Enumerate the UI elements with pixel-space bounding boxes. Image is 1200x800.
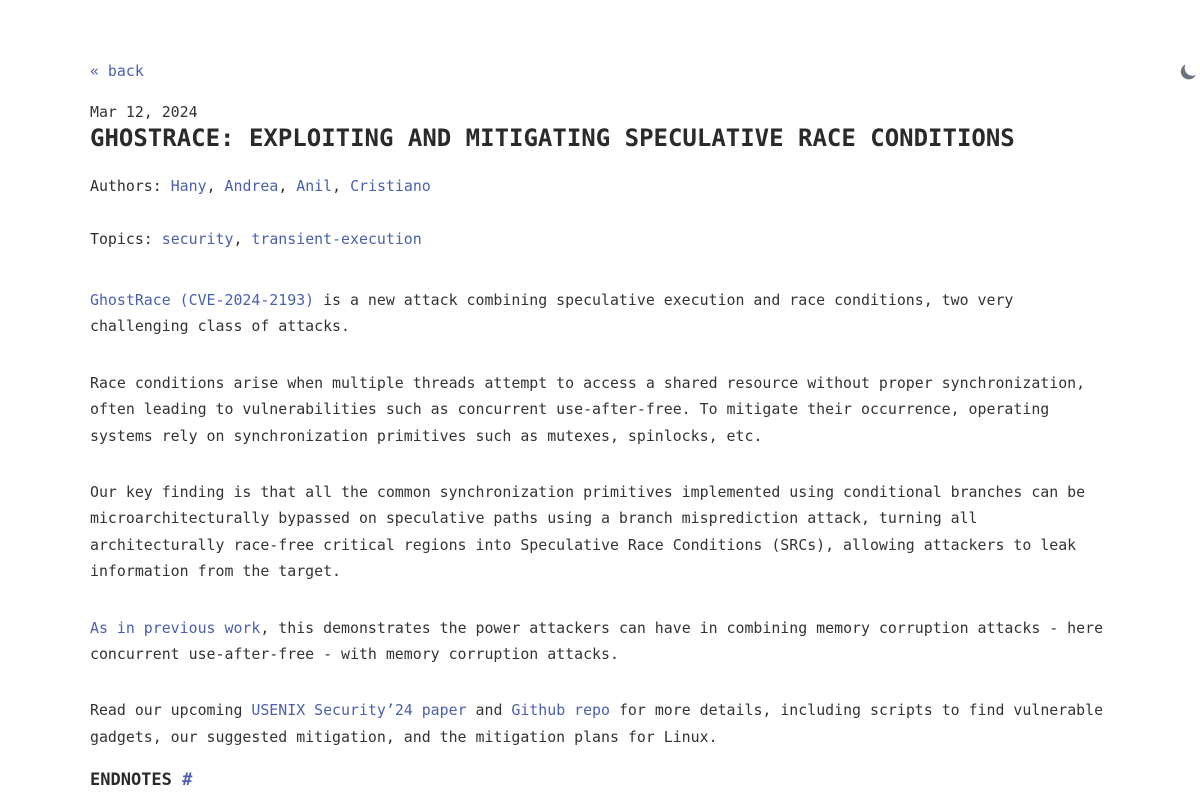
post-content: GhostRace (CVE-2024-2193) is a new attac…	[90, 287, 1110, 780]
usenix-paper-link[interactable]: USENIX Security’24 paper	[251, 701, 466, 719]
separator: ,	[233, 230, 252, 248]
author-link[interactable]: Andrea	[225, 177, 279, 195]
post-title: GHOSTRACE: EXPLOITING AND MITIGATING SPE…	[90, 124, 1015, 152]
endnotes-title: ENDNOTES	[90, 770, 172, 790]
topics-line: Topics: security, transient-execution	[90, 229, 422, 249]
author-link[interactable]: Cristiano	[350, 177, 431, 195]
authors-label: Authors:	[90, 177, 162, 195]
paragraph-text: and	[466, 701, 512, 720]
endnotes-heading: ENDNOTES #	[90, 768, 192, 792]
author-link[interactable]: Anil	[296, 177, 332, 195]
github-repo-link[interactable]: Github repo	[511, 701, 610, 719]
separator: ,	[278, 177, 297, 195]
paragraph-key-finding: Our key finding is that all the common s…	[90, 483, 1086, 581]
endnotes-anchor-link[interactable]: #	[182, 770, 192, 790]
previous-work-link[interactable]: As in previous work	[90, 619, 260, 637]
topics-label: Topics:	[90, 230, 153, 248]
topic-link[interactable]: security	[162, 230, 234, 248]
ghostrace-cve-link[interactable]: GhostRace (CVE-2024-2193)	[90, 291, 314, 309]
separator: ,	[206, 177, 225, 195]
paragraph-race-conditions: Race conditions arise when multiple thre…	[90, 373, 1086, 445]
topic-link[interactable]: transient-execution	[251, 230, 421, 248]
back-link[interactable]: « back	[90, 61, 144, 81]
paragraph-previous-work: As in previous work, this demonstrates t…	[90, 615, 1110, 668]
paragraph-read-more: Read our upcoming USENIX Security’24 pap…	[90, 697, 1110, 750]
moon-icon	[1180, 64, 1196, 80]
author-link[interactable]: Hany	[171, 177, 207, 195]
post-date: Mar 12, 2024	[90, 103, 198, 121]
theme-toggle-button[interactable]	[1177, 61, 1199, 83]
paragraph-text: Read our upcoming	[90, 701, 252, 720]
authors-line: Authors: Hany, Andrea, Anil, Cristiano	[90, 176, 431, 196]
separator: ,	[332, 177, 351, 195]
paragraph-intro: GhostRace (CVE-2024-2193) is a new attac…	[90, 287, 1110, 340]
